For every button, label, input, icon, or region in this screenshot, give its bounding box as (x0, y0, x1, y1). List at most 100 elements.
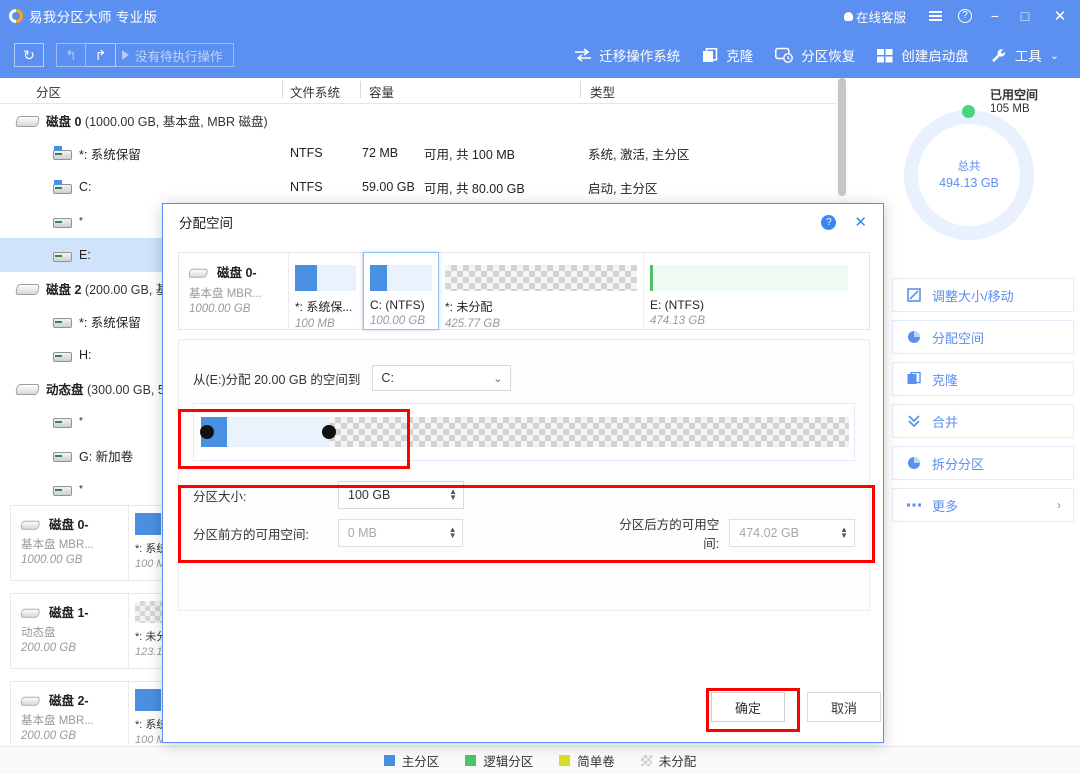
legend-label: 未分配 (658, 755, 697, 769)
row-capacity: 59.00 GB (362, 180, 415, 194)
space-after-input[interactable]: 474.02 GB ▲ ▼ (729, 519, 856, 547)
op-merge[interactable]: 合并 (892, 404, 1074, 438)
stepper-arrows-icon[interactable]: ▲ ▼ (840, 526, 848, 540)
undo-button[interactable]: ↰ (56, 43, 86, 67)
total-space-label: 总共 (957, 161, 981, 173)
partition-icon (52, 482, 72, 496)
row-disk-name: 动态盘 (46, 382, 84, 397)
toolbar-clone[interactable]: 克隆 (691, 32, 764, 78)
dialog-partition-system-reserved[interactable]: *: 系统保... 100 MB (289, 253, 363, 330)
legend-bar: 主分区 逻辑分区 简单卷 未分配 (0, 746, 1080, 774)
dialog-disk-info: 磁盘 0- 基本盘 MBR... 1000.00 GB (179, 253, 289, 329)
maximize-button[interactable]: □ (1010, 0, 1040, 32)
toolbar-create-boot-disk[interactable]: 创建启动盘 (866, 32, 980, 78)
stepper-arrows-icon[interactable]: ▲ ▼ (449, 488, 457, 502)
ok-button[interactable]: 确定 (711, 692, 785, 722)
from-prefix-label: 从(E:)分配 (193, 372, 255, 387)
disk-icon (16, 281, 38, 295)
partition-label: E: (NTFS) (650, 298, 704, 312)
pending-operations-label: 没有待执行操作 (135, 49, 223, 64)
partition-usage-bar (650, 265, 848, 291)
menu-button[interactable] (920, 0, 950, 32)
table-row[interactable]: C: NTFS 59.00 GB 可用, 共 80.00 GB 启动, 主分区 (0, 170, 848, 204)
row-disk-meta: (200.00 GB, 基 (84, 282, 169, 297)
slider-handle-right[interactable] (322, 425, 336, 439)
allocation-source-row: 从(E:)分配 20.00 GB 的空间到 C: ⌄ (193, 365, 512, 391)
close-button[interactable]: ✕ (1040, 0, 1080, 32)
legend-label: 主分区 (401, 755, 440, 769)
dialog-partition-e[interactable]: E: (NTFS) 474.13 GB (644, 253, 854, 329)
column-divider (360, 81, 361, 98)
legend-item-primary: 主分区 (383, 751, 440, 770)
disk-icon (21, 694, 39, 705)
online-service-button[interactable]: 在线客服 (843, 7, 906, 26)
dialog-disk-title: 磁盘 0- (217, 266, 257, 280)
op-more-label: 更多 (932, 498, 959, 514)
row-disk-name: 磁盘 0 (46, 114, 82, 129)
op-resize-move[interactable]: 调整大小/移动 (892, 278, 1074, 312)
disk-card-size: 200.00 GB (21, 642, 76, 654)
slider-handle-left[interactable] (200, 425, 214, 439)
dialog-partition-unallocated[interactable]: *: 未分配 425.77 GB (439, 253, 644, 330)
question-icon: ? (958, 9, 972, 23)
partition-icon (52, 248, 72, 262)
online-service-label: 在线客服 (855, 10, 906, 25)
toolbar-migrate-os[interactable]: 迁移操作系统 (563, 32, 691, 78)
pending-operations-status[interactable]: 没有待执行操作 (116, 43, 234, 67)
minimize-button[interactable]: − (980, 0, 1010, 32)
disk-card-size: 200.00 GB (21, 730, 76, 742)
row-partition-name: *: 系统保留 (79, 315, 141, 330)
toolbar-partition-recovery-label: 分区恢复 (801, 49, 856, 64)
partition-size-slider[interactable] (193, 403, 855, 461)
op-clone[interactable]: 克隆 (892, 362, 1074, 396)
toolbar-tools[interactable]: 工具 ⌄ (980, 32, 1070, 78)
refresh-button[interactable]: ↻ (14, 43, 44, 67)
stepper-arrows-icon[interactable]: ▲ ▼ (449, 526, 457, 540)
row-partition-name: * (79, 415, 83, 427)
toolbar-partition-recovery[interactable]: 分区恢复 (764, 32, 866, 78)
column-header-partition: 分区 (36, 86, 62, 100)
toolbar-migrate-os-label: 迁移操作系统 (599, 49, 681, 64)
disk-card-title: 磁盘 0- (49, 518, 89, 532)
partition-usage-bar (445, 265, 637, 291)
op-clone-label: 克隆 (932, 372, 959, 388)
space-before-input[interactable]: 0 MB ▲ ▼ (337, 519, 464, 547)
cancel-button[interactable]: 取消 (807, 692, 881, 722)
title-bar: 易我分区大师 专业版 在线客服 ? − □ ✕ (0, 0, 1080, 32)
from-suffix-label: 的空间到 (306, 372, 361, 387)
help-button[interactable]: ? (950, 0, 980, 32)
dialog-help-button[interactable]: ? (821, 214, 837, 230)
disk-usage-chart: 总共 494.13 GB 已用空间 105 MB (886, 78, 1080, 278)
table-row[interactable]: *: 系统保留 NTFS 72 MB 可用, 共 100 MB 系统, 激活, … (0, 136, 848, 170)
dialog-partition-c[interactable]: C: (NTFS) 100.00 GB (363, 252, 439, 330)
row-partition-name: *: 系统保留 (79, 147, 141, 162)
partition-size-input[interactable]: 100 GB ▲ ▼ (338, 481, 464, 509)
disk-card-info: 磁盘 1- 动态盘 200.00 GB (11, 594, 129, 668)
op-split-partition[interactable]: 拆分分区 (892, 446, 1074, 480)
disk-icon (16, 381, 38, 395)
legend-item-simple-volume: 简单卷 (559, 751, 615, 770)
op-allocate-space[interactable]: 分配空间 (892, 320, 1074, 354)
op-more[interactable]: 更多 › (892, 488, 1074, 522)
dialog-close-button[interactable]: ✕ (854, 213, 867, 231)
partition-size-label: 分区大小: (193, 489, 247, 504)
row-partition-name: * (79, 215, 83, 227)
row-partition-name: E: (79, 248, 91, 262)
disk-card-info: 磁盘 2- 基本盘 MBR... 200.00 GB (11, 682, 129, 744)
redo-button[interactable]: ↱ (86, 43, 116, 67)
space-after-value: 474.02 GB (739, 526, 799, 540)
table-row[interactable]: 磁盘 0 (1000.00 GB, 基本盘, MBR 磁盘) (0, 104, 848, 136)
list-scrollbar-thumb[interactable] (838, 78, 846, 196)
partition-size-value: 100 GB (348, 488, 391, 502)
merge-icon (906, 414, 922, 428)
used-space-value: 105 MB (990, 103, 1030, 115)
disk-icon (21, 606, 39, 617)
migrate-os-icon (574, 48, 592, 62)
target-partition-select[interactable]: C: ⌄ (372, 365, 512, 391)
dialog-allocation-panel: 从(E:)分配 20.00 GB 的空间到 C: ⌄ 分区大小: 100 GB … (178, 339, 870, 611)
op-split-partition-label: 拆分分区 (932, 456, 985, 472)
clone-icon (906, 372, 922, 386)
op-allocate-space-label: 分配空间 (932, 330, 985, 346)
op-merge-label: 合并 (932, 414, 959, 430)
dialog-footer: 确定 取消 (163, 680, 883, 742)
